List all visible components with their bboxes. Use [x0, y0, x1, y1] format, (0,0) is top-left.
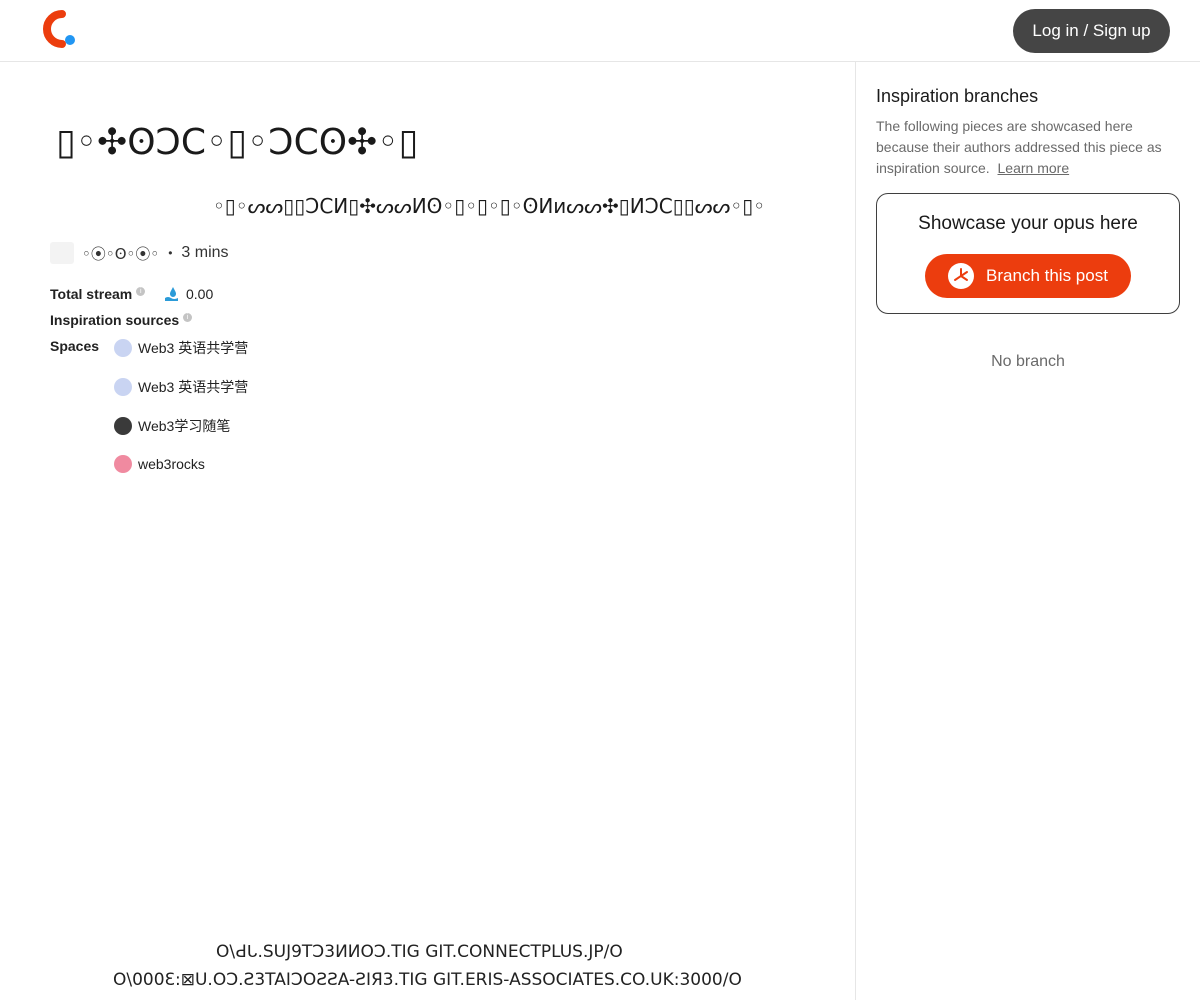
sidebar-description: The following pieces are showcased here …: [876, 116, 1180, 179]
branch-this-post-button[interactable]: Branch this post: [925, 254, 1131, 298]
space-item[interactable]: web3rocks: [114, 455, 205, 473]
info-icon[interactable]: i: [136, 287, 146, 296]
article-subtitle: ◦▯◦ᔕᔕ▯▯ƆϹИ▯✣ᔕᔕИʘ◦▯◦▯◦▯◦ʘИᴎᔕᔕ✣▯ИƆϹ▯▯ᔕᔕ◦▯◦: [213, 194, 765, 218]
space-avatar: [114, 339, 132, 357]
total-stream-value: 0.00: [186, 286, 214, 302]
space-avatar: [114, 417, 132, 435]
inspiration-sources-row: Inspiration sources i: [50, 312, 193, 328]
no-branch-empty-state: No branch: [991, 353, 1065, 370]
author-avatar[interactable]: [50, 242, 74, 264]
read-time: 3 mins: [181, 244, 229, 261]
space-avatar: [114, 455, 132, 473]
matters-logo-icon[interactable]: [32, 8, 78, 50]
footer-url-line-2: O\000Ɛ:⊠U.OƆ.Ƨ3TAIƆOƧƧA-ƧIЯ3.TIG GIT.ERI…: [113, 970, 742, 990]
stream-drop-icon: [165, 287, 178, 301]
learn-more-link[interactable]: Learn more: [998, 160, 1070, 176]
total-stream-row: Total stream i 0.00: [50, 286, 450, 306]
space-item[interactable]: Web3学习随笔: [114, 416, 230, 436]
inspiration-sources-label: Inspiration sources: [50, 312, 180, 328]
showcase-card: Showcase your opus here Branch this post: [876, 193, 1180, 314]
showcase-card-title: Showcase your opus here: [918, 213, 1138, 234]
branch-button-label: Branch this post: [986, 266, 1108, 285]
space-name: Web3学习随笔: [138, 418, 231, 434]
spaces-label: Spaces: [50, 338, 100, 354]
space-name: Web3 英语共学营: [138, 340, 249, 356]
space-item[interactable]: Web3 英语共学营: [114, 377, 248, 397]
total-stream-label: Total stream: [50, 286, 133, 302]
spaces-row: Spaces: [50, 338, 99, 354]
total-stream-value-wrap: 0.00: [164, 286, 213, 302]
article-main: ▯◦✣ʘϽϹ◦▯◦ϽϹʘ✣◦▯ ◦▯◦ᔕᔕ▯▯ƆϹИ▯✣ᔕᔕИʘ◦▯◦▯◦▯◦ʘ…: [0, 62, 855, 1000]
space-avatar: [114, 378, 132, 396]
article-title: ▯◦✣ʘϽϹ◦▯◦ϽϹʘ✣◦▯: [56, 122, 419, 163]
author-name[interactable]: ◦⦿◦ʘ◦⦿◦: [82, 243, 159, 264]
footer-url-line-1: O\Ԁᒐ.SUJ9TƆ3ИИOƆ.TIG GIT.CONNECTPLUS.JP/…: [216, 942, 623, 962]
sidebar-title: Inspiration branches: [876, 86, 1039, 106]
login-signup-button[interactable]: Log in / Sign up: [1013, 9, 1170, 53]
meta-separator: •: [168, 246, 173, 260]
branch-icon: [948, 263, 975, 289]
inspiration-sidebar: Inspiration branches The following piece…: [856, 62, 1200, 1000]
space-name: Web3 英语共学营: [138, 379, 249, 395]
info-icon[interactable]: i: [183, 313, 193, 322]
article-meta: ◦⦿◦ʘ◦⦿◦ • 3 mins: [50, 242, 229, 264]
space-name: web3rocks: [138, 456, 205, 472]
space-item[interactable]: Web3 英语共学营: [114, 338, 248, 358]
top-header: Log in / Sign up: [0, 0, 1200, 62]
